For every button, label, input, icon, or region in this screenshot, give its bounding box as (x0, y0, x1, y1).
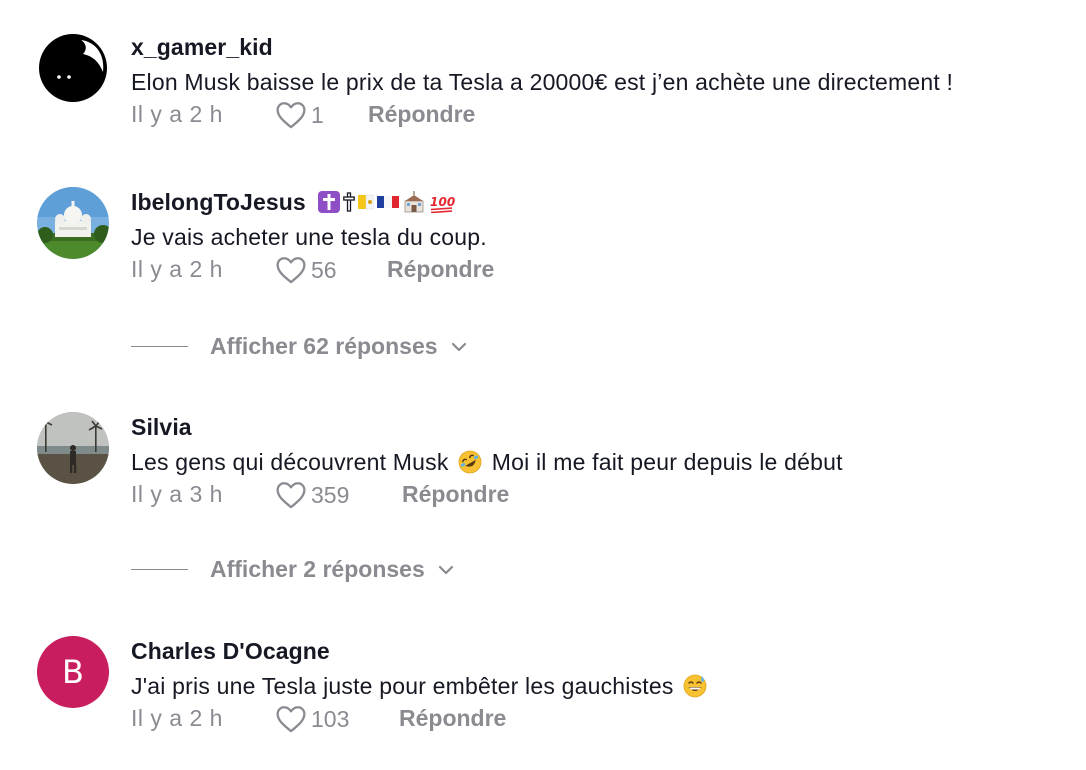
like-button[interactable]: 103 (275, 705, 349, 733)
comment-text: Les gens qui découvrent Musk (131, 449, 449, 475)
reply-button[interactable]: Répondre (368, 101, 475, 128)
basilica-photo-avatar-icon (37, 187, 109, 259)
timestamp: Il y a 2 h (131, 256, 223, 282)
comment-text-row: Les gens qui découvrent Musk Moi il me f… (131, 447, 1076, 477)
divider-line (131, 568, 188, 571)
latin-cross-icon (318, 190, 341, 213)
comment-meta: Il y a 2 h 1 Répondre (131, 99, 1076, 133)
comment-text: J'ai pris une Tesla juste pour embêter l… (131, 673, 674, 699)
heart-icon (276, 706, 306, 733)
like-count: 103 (311, 705, 350, 732)
svg-text:100: 100 (430, 195, 455, 209)
view-replies-label: Afficher 2 réponses (210, 556, 425, 582)
reply-button[interactable]: Répondre (399, 705, 506, 732)
username-badges: 100 (318, 190, 455, 213)
comment-text-row: J'ai pris une Tesla juste pour embêter l… (131, 671, 1076, 701)
timestamp: Il y a 2 h (131, 705, 223, 731)
comment-text: Elon Musk baisse le prix de ta Tesla a 2… (131, 69, 954, 95)
comment-text-continued: Moi il me fait peur depuis le début (491, 449, 843, 475)
beach-photo-avatar-icon (37, 412, 109, 484)
like-count: 56 (311, 256, 337, 283)
avatar[interactable] (37, 412, 109, 484)
like-button[interactable]: 1 (275, 101, 324, 129)
username[interactable]: IbelongToJesus (131, 189, 306, 215)
comment-text: Je vais acheter une tesla du coup. (131, 224, 487, 250)
comment-meta: Il y a 2 h 56 Répondre (131, 254, 1076, 288)
grinning-sweat-emoji (683, 674, 707, 698)
comment-meta: Il y a 3 h 359 Répondre (131, 479, 1076, 513)
view-replies-button[interactable]: Afficher 62 réponses (131, 333, 468, 360)
timestamp: Il y a 2 h (131, 101, 223, 127)
divider-line (131, 345, 188, 348)
username[interactable]: Silvia (131, 412, 1076, 442)
chevron-down-icon (438, 565, 453, 574)
comment-meta: Il y a 2 h 103 Répondre (131, 703, 1076, 737)
hundred-points-icon: 100 (430, 195, 455, 213)
heart-icon (276, 482, 306, 509)
avatar[interactable]: B (37, 636, 109, 708)
heart-icon (276, 257, 306, 284)
france-flag-icon (377, 195, 400, 208)
like-count: 359 (311, 481, 350, 508)
view-replies-button[interactable]: Afficher 2 réponses (131, 556, 455, 583)
avatar[interactable] (37, 32, 109, 104)
like-button[interactable]: 56 (275, 256, 337, 284)
vatican-flag-icon (358, 194, 375, 210)
like-count: 1 (311, 101, 324, 128)
black-cat-avatar-icon (37, 32, 109, 104)
reply-button[interactable]: Répondre (402, 481, 509, 508)
avatar[interactable] (37, 187, 109, 259)
cross-icon (343, 192, 356, 212)
username[interactable]: Charles D'Ocagne (131, 636, 1076, 666)
reply-button[interactable]: Répondre (387, 256, 494, 283)
view-replies-label: Afficher 62 réponses (210, 333, 438, 359)
avatar-letter: B (62, 653, 84, 691)
like-button[interactable]: 359 (275, 481, 349, 509)
username[interactable]: x_gamer_kid (131, 32, 1076, 62)
rolling-on-floor-laughing-emoji (458, 450, 482, 474)
timestamp: Il y a 3 h (131, 481, 223, 507)
heart-icon (276, 102, 306, 129)
username-row: IbelongToJesus 100 (131, 187, 1076, 217)
church-icon (404, 190, 424, 213)
chevron-down-icon (451, 342, 466, 351)
